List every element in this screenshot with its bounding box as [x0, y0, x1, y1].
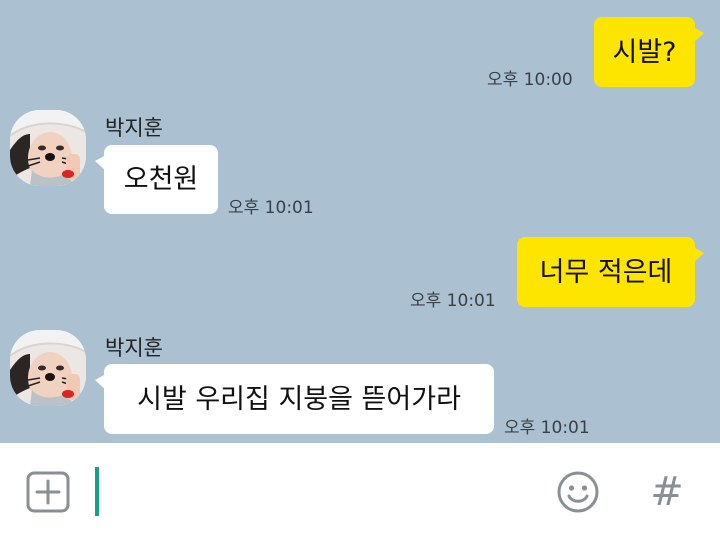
sender-name: 박지훈: [105, 336, 163, 360]
outgoing-message-bubble[interactable]: 너무 적은데: [517, 237, 704, 307]
message-text: 시발?: [612, 36, 677, 68]
message-text: 오천원: [123, 164, 199, 195]
outgoing-message-bubble[interactable]: 시발?: [594, 17, 704, 87]
message-text: 시발 우리집 지붕을 뜯어가라: [137, 383, 461, 415]
incoming-message-bubble[interactable]: 오천원: [95, 145, 218, 214]
message-timestamp: 오후 10:00: [487, 70, 573, 90]
message-timestamp: 오후 10:01: [504, 418, 590, 438]
sender-name: 박지훈: [105, 116, 163, 140]
plus-square-icon[interactable]: [26, 471, 70, 513]
message-text: 너무 적은데: [539, 256, 673, 288]
message-input-bar: [0, 443, 720, 540]
avatar[interactable]: [10, 330, 86, 406]
incoming-message-bubble[interactable]: 시발 우리집 지붕을 뜯어가라: [95, 364, 494, 434]
smiley-icon[interactable]: [556, 470, 600, 514]
message-timestamp: 오후 10:01: [410, 291, 496, 311]
chat-area[interactable]: 시발? 오후 10:00 박지훈 오천원 오후 10:01 너무 적은데 오후 …: [0, 0, 720, 443]
message-timestamp: 오후 10:01: [228, 198, 314, 218]
hash-icon[interactable]: #: [650, 470, 684, 514]
avatar[interactable]: [10, 110, 86, 186]
message-input-field[interactable]: [95, 467, 99, 516]
